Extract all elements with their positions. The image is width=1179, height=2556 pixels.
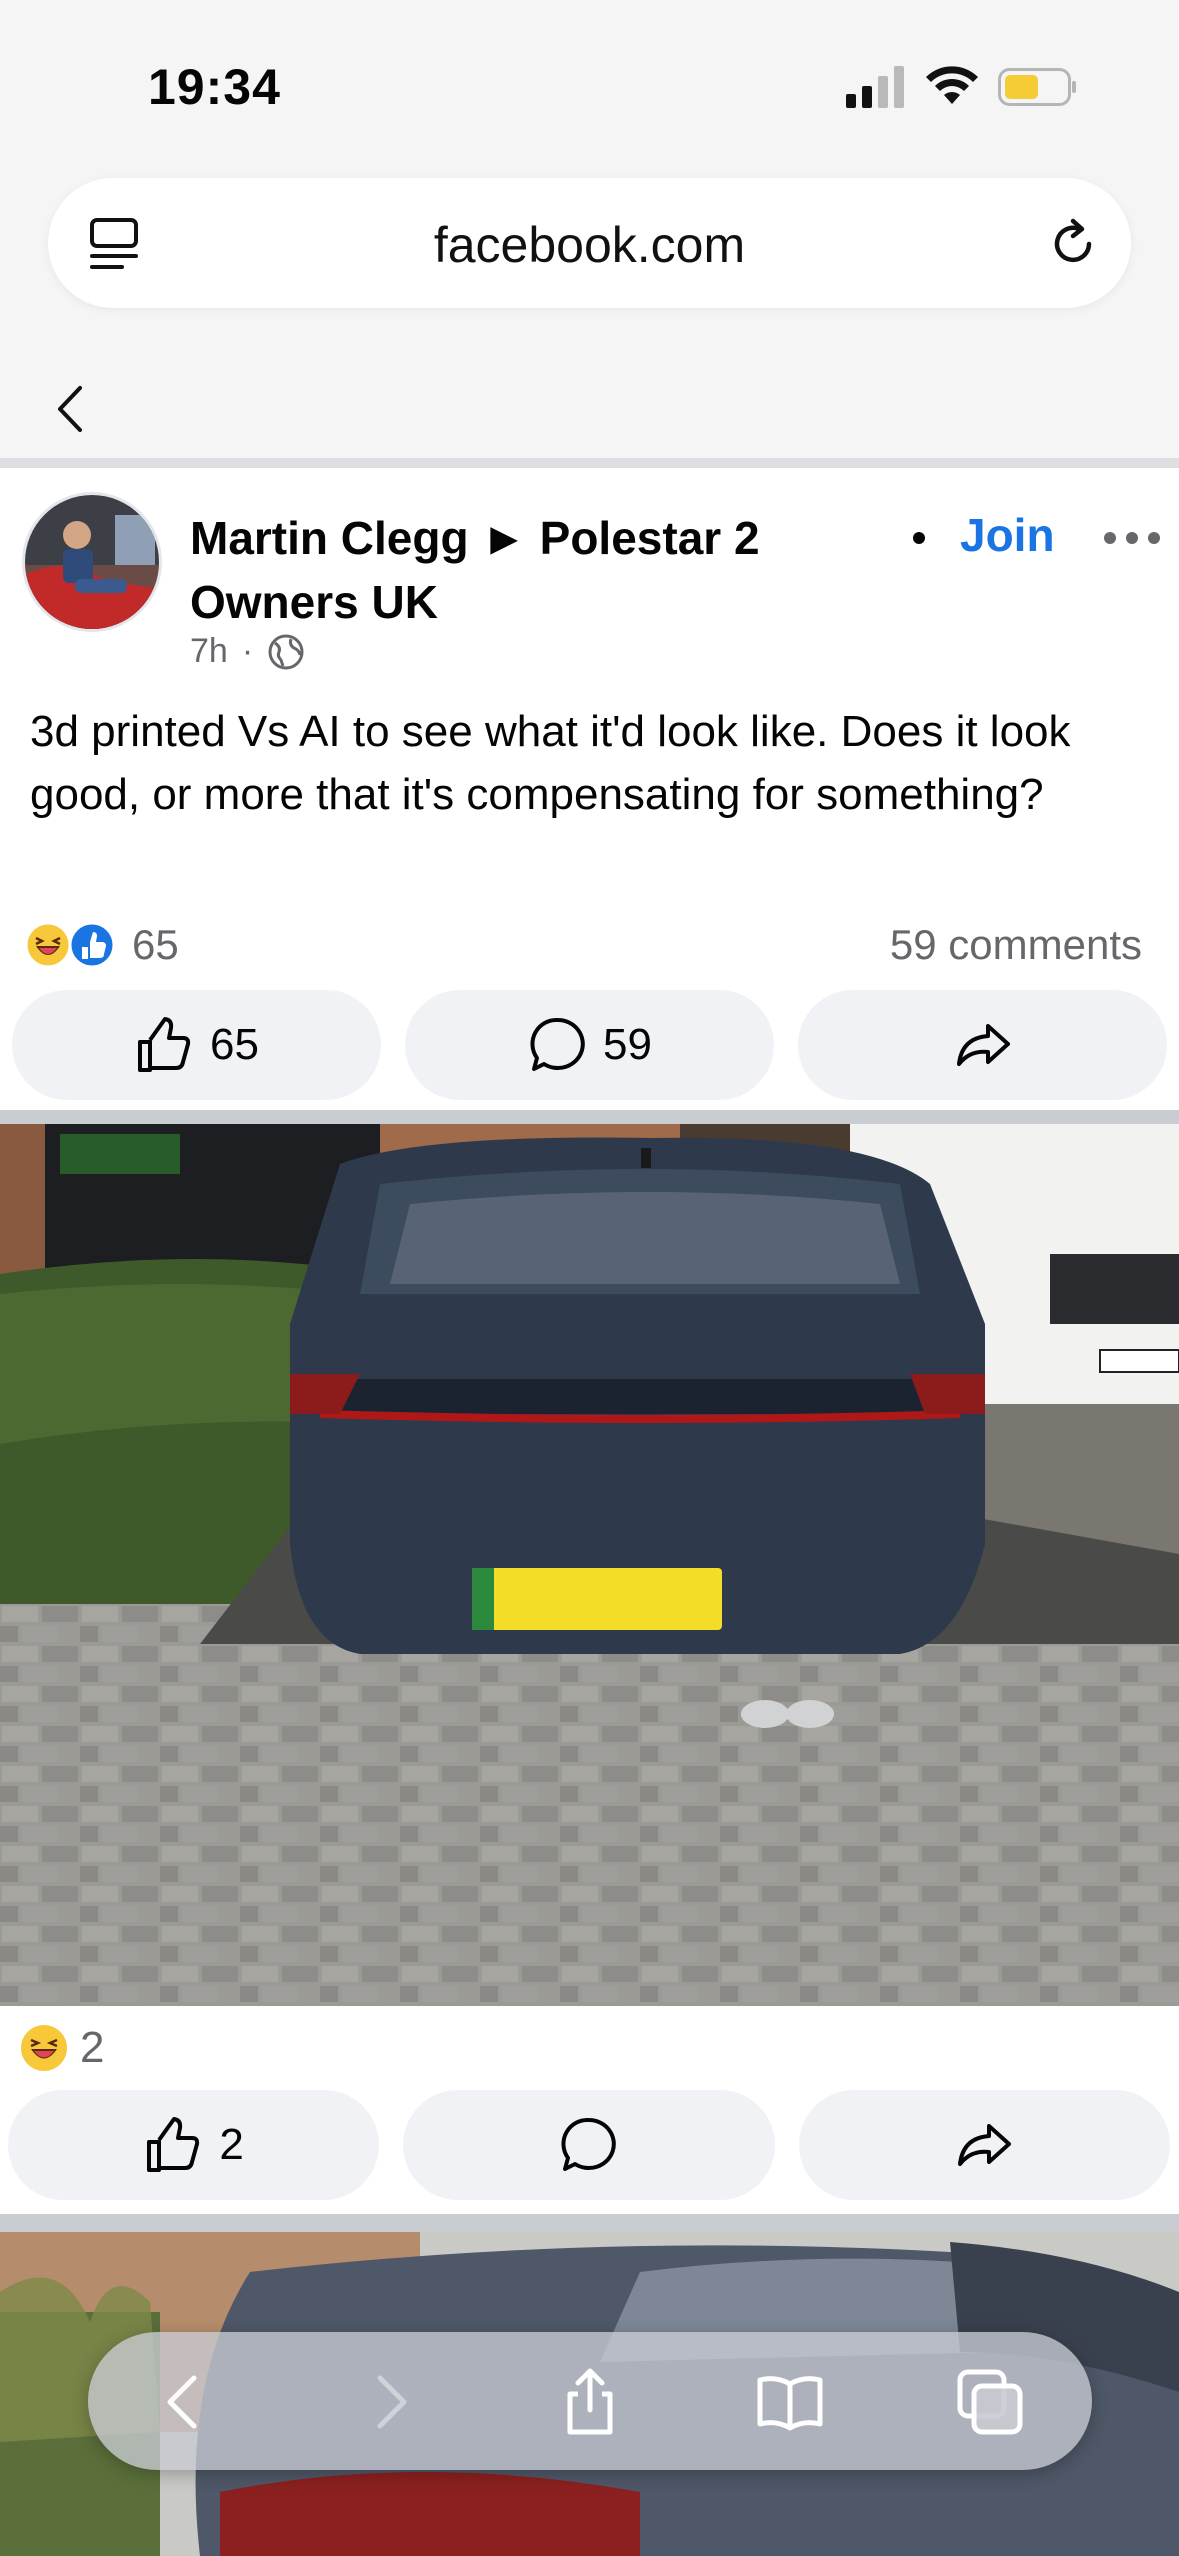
photo-action-bar: 2 bbox=[8, 2090, 1170, 2200]
share-sheet-icon[interactable] bbox=[554, 2366, 626, 2438]
photo-comment-button[interactable] bbox=[403, 2090, 775, 2200]
battery-icon bbox=[998, 68, 1076, 106]
status-time: 19:34 bbox=[148, 59, 281, 115]
cellular-signal-icon bbox=[846, 66, 904, 108]
comment-icon bbox=[561, 2117, 616, 2171]
reaction-summary[interactable]: 65 59 comments bbox=[22, 915, 1142, 975]
address-bar[interactable]: facebook.com bbox=[48, 178, 1131, 308]
forward-icon[interactable] bbox=[352, 2366, 424, 2438]
photo-like-button[interactable]: 2 bbox=[8, 2090, 380, 2200]
back-icon[interactable] bbox=[150, 2366, 222, 2438]
like-count: 65 bbox=[210, 1020, 259, 1069]
bookmarks-icon[interactable] bbox=[754, 2366, 826, 2438]
car-rear-photo bbox=[0, 1124, 1179, 2006]
comment-icon bbox=[530, 1017, 585, 1071]
post-body-text: 3d printed Vs AI to see what it'd look l… bbox=[30, 707, 1071, 819]
reload-icon[interactable] bbox=[1045, 216, 1101, 272]
share-button[interactable] bbox=[798, 990, 1167, 1100]
like-icon bbox=[138, 1017, 191, 1072]
avatar[interactable] bbox=[22, 492, 162, 632]
url-text[interactable]: facebook.com bbox=[48, 216, 1131, 274]
status-bar: 19:34 bbox=[0, 0, 1179, 160]
comment-count: 59 bbox=[603, 1020, 652, 1069]
back-chevron-icon[interactable] bbox=[50, 382, 90, 436]
browser-bottom-toolbar bbox=[88, 2332, 1092, 2470]
join-separator-dot bbox=[913, 532, 925, 544]
like-button[interactable]: 65 bbox=[12, 990, 381, 1100]
reaction-haha-like-icon bbox=[24, 921, 116, 969]
tabs-icon[interactable] bbox=[954, 2366, 1026, 2438]
share-icon bbox=[956, 1024, 1010, 1066]
like-icon bbox=[147, 2117, 200, 2172]
globe-icon bbox=[268, 634, 304, 669]
post-action-bar: 65 59 bbox=[12, 990, 1167, 1100]
join-button[interactable]: Join bbox=[960, 508, 1055, 562]
post-time[interactable]: 7h bbox=[190, 632, 228, 671]
photo-share-button[interactable] bbox=[798, 2090, 1170, 2200]
section-divider bbox=[0, 1110, 1179, 1124]
more-icon[interactable] bbox=[1102, 530, 1162, 546]
photo-reaction-summary[interactable]: 2 bbox=[18, 2018, 104, 2078]
haha-reaction-icon bbox=[21, 2025, 67, 2071]
comments-count[interactable]: 59 comments bbox=[890, 921, 1142, 969]
post-photo-1[interactable] bbox=[0, 1124, 1179, 2006]
photo-like-count: 2 bbox=[219, 2120, 244, 2169]
reaction-count: 65 bbox=[132, 921, 179, 968]
meta-separator: · bbox=[241, 632, 254, 670]
section-divider bbox=[0, 2214, 1179, 2232]
wifi-icon bbox=[926, 66, 978, 104]
header-divider bbox=[0, 458, 1179, 468]
post-meta: 7h · bbox=[190, 632, 305, 671]
photo-reaction-count: 2 bbox=[80, 2023, 105, 2072]
share-icon bbox=[958, 2124, 1012, 2166]
browser-header: facebook.com bbox=[0, 160, 1179, 458]
post-title[interactable]: Martin Clegg ► Polestar 2 Owners UK bbox=[190, 506, 770, 634]
comment-button[interactable]: 59 bbox=[405, 990, 774, 1100]
